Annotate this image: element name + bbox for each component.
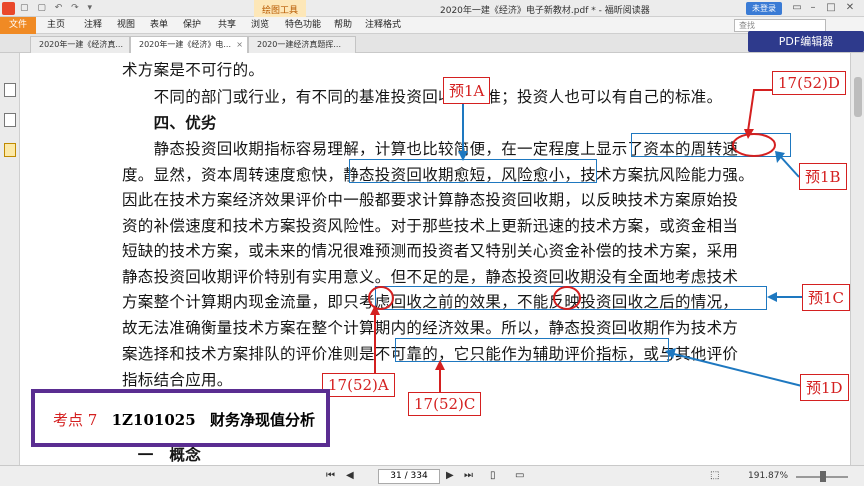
login-button[interactable]: 未登录 (746, 2, 782, 15)
comments-panel-icon[interactable] (4, 143, 16, 157)
tab-label: 2020年一建《经济》电... (139, 40, 231, 49)
topic-text: 考点 7 1Z101025 财务净现值分析 (53, 409, 315, 430)
quick-access-toolbar[interactable]: ▢ ▢ ↶ ↷ ▾ (20, 3, 95, 13)
menu-file[interactable]: 文件 (0, 17, 36, 34)
menu-view[interactable]: 视图 (117, 17, 135, 34)
fit-page-icon[interactable]: ⬚ (710, 470, 719, 481)
topic-title: 财务净现值分析 (209, 411, 315, 429)
pdf-editor-label: PDF编辑器 (778, 35, 834, 48)
ribbon-toggle-icon[interactable]: ▭ (790, 1, 804, 15)
menu-comment[interactable]: 注释 (84, 17, 102, 34)
close-tab-icon[interactable]: × (236, 37, 243, 53)
annotation-ref-17-52-d[interactable]: 17(52)D (772, 71, 846, 95)
next-page-icon[interactable]: ▶ (446, 470, 454, 481)
tab-document-2[interactable]: 2020年一建《经济》电... × (130, 36, 248, 53)
ellipse-zhouzhuan[interactable] (732, 133, 776, 157)
scrollbar-thumb[interactable] (854, 77, 862, 117)
first-page-icon[interactable]: ⏮ (326, 470, 335, 481)
topic-prefix: 考点 7 (53, 411, 98, 429)
menu-form[interactable]: 表单 (150, 17, 168, 34)
close-icon[interactable]: ✕ (843, 1, 857, 15)
tab-document-3[interactable]: 2020一建经济真题挥... (248, 36, 356, 53)
annotation-yu-1d[interactable]: 预1D (800, 374, 849, 401)
menu-browse[interactable]: 浏览 (251, 17, 269, 34)
topic-code: 1Z101025 (111, 411, 196, 429)
zoom-slider-handle[interactable] (820, 471, 826, 482)
document-tab-bar: 2020年一建《经济真... 2020年一建《经济》电... × 2020一建经济… (0, 34, 864, 53)
status-bar: ⏮ ◀ 31 / 334 ▶ ⏭ ▯ ▭ ⬚ 191.87% (0, 465, 864, 486)
ellipse-bu[interactable] (553, 286, 581, 310)
pages-panel-icon[interactable] (4, 83, 16, 97)
ellipse-zhi[interactable] (368, 286, 394, 310)
ribbon-menu: 文件 主页 注释 视图 表单 保护 共享 浏览 特色功能 帮助 注释格式 查找 (0, 17, 864, 34)
annotation-yu-1a[interactable]: 预1A (443, 77, 491, 104)
minimize-icon[interactable]: – (806, 1, 820, 15)
menu-help[interactable]: 帮助 (334, 17, 352, 34)
page-number-input[interactable]: 31 / 334 (378, 469, 440, 484)
menu-share[interactable]: 共享 (218, 17, 236, 34)
tab-label: 2020一建经济真题挥... (257, 40, 341, 49)
title-bar: ▢ ▢ ↶ ↷ ▾ 绘图工具 2020年一建《经济》电子新教材.pdf * - … (0, 0, 864, 17)
single-page-icon[interactable]: ▯ (490, 470, 496, 481)
pdf-editor-button[interactable]: PDF编辑器 (748, 31, 864, 52)
continuous-page-icon[interactable]: ▭ (515, 470, 524, 481)
navigation-sidebar (0, 53, 20, 465)
annotation-ref-17-52-c[interactable]: 17(52)C (408, 392, 482, 416)
menu-comment-format[interactable]: 注释格式 (365, 17, 401, 34)
annotation-yu-1c[interactable]: 预1C (802, 284, 850, 311)
topic-callout: 考点 7 1Z101025 财务净现值分析 (31, 389, 330, 447)
menu-features[interactable]: 特色功能 (285, 17, 321, 34)
menu-protect[interactable]: 保护 (183, 17, 201, 34)
window-title: 2020年一建《经济》电子新教材.pdf * - 福昕阅读器 (440, 6, 650, 16)
tab-label: 2020年一建《经济真... (39, 40, 123, 49)
prev-page-icon[interactable]: ◀ (346, 470, 354, 481)
annotation-yu-1b[interactable]: 预1B (799, 163, 847, 190)
zoom-level[interactable]: 191.87% (748, 471, 788, 481)
layers-panel-icon[interactable] (4, 113, 16, 127)
tab-document-1[interactable]: 2020年一建《经济真... (30, 36, 130, 53)
maximize-icon[interactable]: □ (824, 1, 838, 15)
app-logo-icon (2, 2, 15, 15)
vertical-scrollbar[interactable] (850, 53, 864, 465)
context-tab-drawing-tools[interactable]: 绘图工具 (254, 0, 307, 17)
menu-home[interactable]: 主页 (47, 17, 65, 34)
annotation-ref-17-52-a[interactable]: 17(52)A (322, 373, 395, 397)
last-page-icon[interactable]: ⏭ (464, 470, 473, 481)
